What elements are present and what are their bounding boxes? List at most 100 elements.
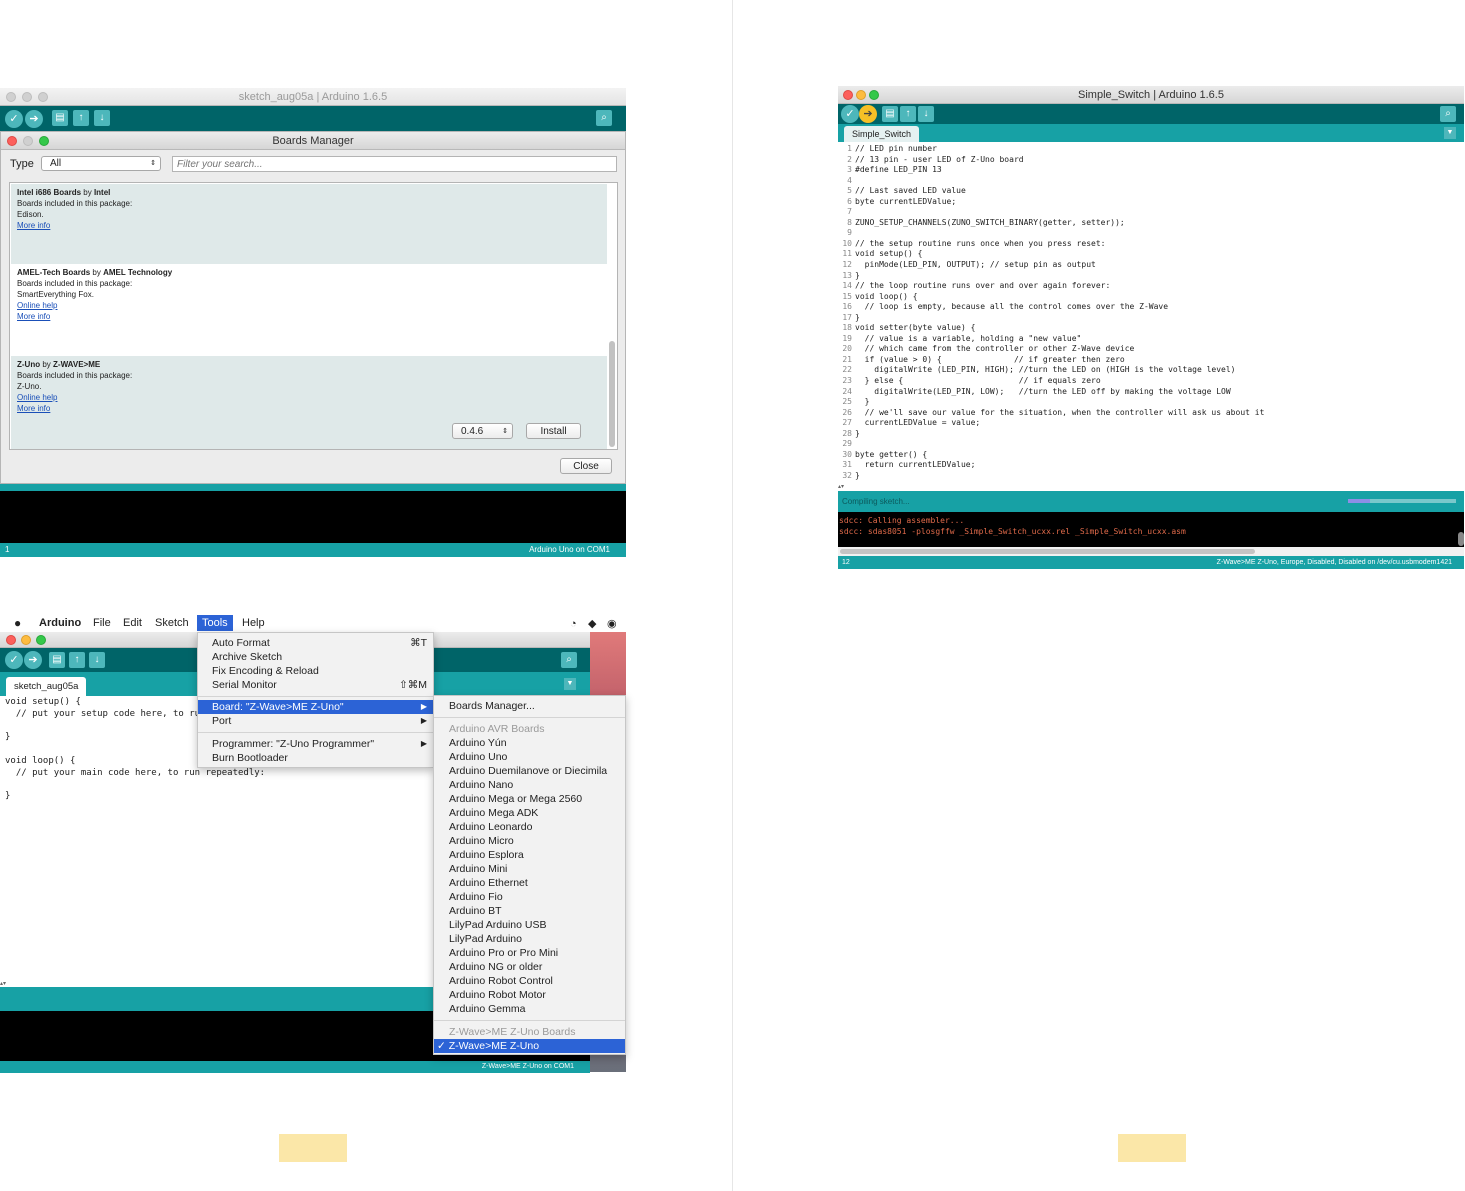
code-text: currentLEDValue = value; [855,418,981,428]
horizontal-scrollbar[interactable] [838,547,1464,556]
close-icon[interactable] [6,635,16,645]
serial-monitor-icon[interactable]: ⌕ [1440,106,1456,122]
menu-item-board[interactable]: LilyPad Arduino USB [449,918,619,932]
more-info-link[interactable]: More info [17,311,601,322]
console-scrollbar[interactable] [1458,532,1464,546]
list-scrollbar[interactable] [609,341,615,447]
save-icon[interactable]: ↓ [89,652,105,668]
sync-icon[interactable]: ◉ [607,616,617,632]
new-icon[interactable]: ▤ [52,110,68,126]
menu-item-board[interactable]: Arduino Pro or Pro Mini [449,946,619,960]
online-help-link[interactable]: Online help [17,392,601,403]
zoom-icon[interactable] [38,92,48,102]
close-icon[interactable] [7,136,17,146]
zoom-icon[interactable] [36,635,46,645]
menu-item-board[interactable]: Arduino Uno [449,750,619,764]
menu-item-board[interactable]: Arduino Robot Control [449,974,619,988]
line-number: 29 [842,439,852,449]
save-icon[interactable]: ↓ [918,106,934,122]
menu-item-programmer[interactable]: Programmer: "Z-Uno Programmer" ▶ [212,737,427,751]
menu-item-board[interactable]: Arduino Ethernet [449,876,619,890]
install-button[interactable]: Install [526,423,581,439]
clock-icon[interactable]: ◔ [570,616,577,632]
menu-tools[interactable]: Tools [197,615,233,631]
upload-icon[interactable]: ➔ [25,110,43,128]
more-info-link[interactable]: More info [17,403,601,414]
menu-item-board[interactable]: Arduino Duemilanove or Diecimila [449,764,619,778]
zoom-icon[interactable] [869,90,879,100]
zoom-icon[interactable] [39,136,49,146]
menu-help[interactable]: Help [242,615,265,631]
tab-menu-icon[interactable]: ▼ [1444,127,1456,139]
menu-item-board[interactable]: LilyPad Arduino [449,932,619,946]
menu-arduino[interactable]: Arduino [39,615,81,631]
search-input[interactable] [172,156,617,172]
arduino-window-tools-menu: ● Arduino File Edit Sketch Tools Help ◔ … [0,614,626,1074]
code-line: 9 [838,228,1464,239]
list-item-selected[interactable]: Z-Uno by Z-WAVE>ME Boards included in th… [11,356,607,449]
open-icon[interactable]: ↑ [73,110,89,126]
minimize-icon[interactable] [22,92,32,102]
menu-file[interactable]: File [93,615,111,631]
minimize-icon[interactable] [21,635,31,645]
tab-simple-switch[interactable]: Simple_Switch [844,126,920,142]
code-editor[interactable]: 1// LED pin number 2// 13 pin - user LED … [838,143,1464,488]
menu-sketch[interactable]: Sketch [155,615,189,631]
menu-item-zuno-selected[interactable]: ✓ Z-Wave>ME Z-Uno [434,1039,625,1053]
menu-item-board[interactable]: Arduino Robot Motor [449,988,619,1002]
menu-item-board[interactable]: Arduino Nano [449,778,619,792]
upload-icon[interactable]: ➔ [24,651,42,669]
serial-monitor-icon[interactable]: ⌕ [561,652,577,668]
tab-sketch[interactable]: sketch_aug05a [6,677,87,696]
menu-item-burn-bootloader[interactable]: Burn Bootloader [212,751,427,765]
menu-edit[interactable]: Edit [123,615,142,631]
new-icon[interactable]: ▤ [882,106,898,122]
menu-item-board[interactable]: Arduino Fio [449,890,619,904]
serial-monitor-icon[interactable]: ⌕ [596,110,612,126]
close-icon[interactable] [6,92,16,102]
type-select[interactable]: All ⇕ [41,156,161,171]
code-line: 30 byte getter() { [838,450,1464,461]
verify-icon[interactable]: ✓ [5,110,23,128]
open-icon[interactable]: ↑ [69,652,85,668]
menu-item-board[interactable]: Arduino BT [449,904,619,918]
new-icon[interactable]: ▤ [49,652,65,668]
console-line: sdcc: sdas8051 -plosgffw _Simple_Switch_… [839,526,1186,536]
menu-item-board[interactable]: Board: "Z-Wave>ME Z-Uno" ▶ [198,700,433,714]
menu-item-boards-manager[interactable]: Boards Manager... [449,699,619,713]
verify-icon[interactable]: ✓ [5,651,23,669]
list-item[interactable]: Intel i686 Boards by Intel Boards includ… [11,184,607,264]
menu-item-board[interactable]: Arduino Mega or Mega 2560 [449,792,619,806]
list-item[interactable]: AMEL-Tech Boards by AMEL Technology Boar… [11,264,607,356]
online-help-link[interactable]: Online help [17,300,601,311]
dropbox-icon[interactable]: ◆ [588,616,596,632]
menu-item-board[interactable]: Arduino Leonardo [449,820,619,834]
menu-item-board[interactable]: Arduino Mini [449,862,619,876]
menu-item-board[interactable]: Arduino Gemma [449,1002,619,1016]
menu-item-port[interactable]: Port ▶ [212,714,427,728]
upload-icon[interactable]: ➔ [859,105,877,123]
menu-item-board[interactable]: Arduino NG or older [449,960,619,974]
menu-item-board[interactable]: Arduino Mega ADK [449,806,619,820]
menu-item-board[interactable]: Arduino Micro [449,834,619,848]
menu-item-board[interactable]: Arduino Yún [449,736,619,750]
menu-item-archive-sketch[interactable]: Archive Sketch [212,650,427,664]
more-info-link[interactable]: More info [17,220,601,231]
apple-icon[interactable]: ● [14,615,21,631]
menu-item-fix-encoding[interactable]: Fix Encoding & Reload [212,664,427,678]
line-number: 15 [842,291,852,301]
save-icon[interactable]: ↓ [94,110,110,126]
menu-item-auto-format[interactable]: Auto Format ⌘T [212,636,427,650]
minimize-icon[interactable] [856,90,866,100]
close-icon[interactable] [843,90,853,100]
menu-item-serial-monitor[interactable]: Serial Monitor ⇧⌘M [212,678,427,692]
close-button[interactable]: Close [560,458,612,474]
line-number: 18 [842,323,852,333]
open-icon[interactable]: ↑ [900,106,916,122]
version-select[interactable]: 0.4.6 ⇕ [452,423,513,439]
minimize-icon[interactable] [23,136,33,146]
verify-icon[interactable]: ✓ [841,105,859,123]
code-line: 14// the loop routine runs over and over… [838,281,1464,292]
tab-menu-icon[interactable]: ▼ [564,678,576,690]
menu-item-board[interactable]: Arduino Esplora [449,848,619,862]
